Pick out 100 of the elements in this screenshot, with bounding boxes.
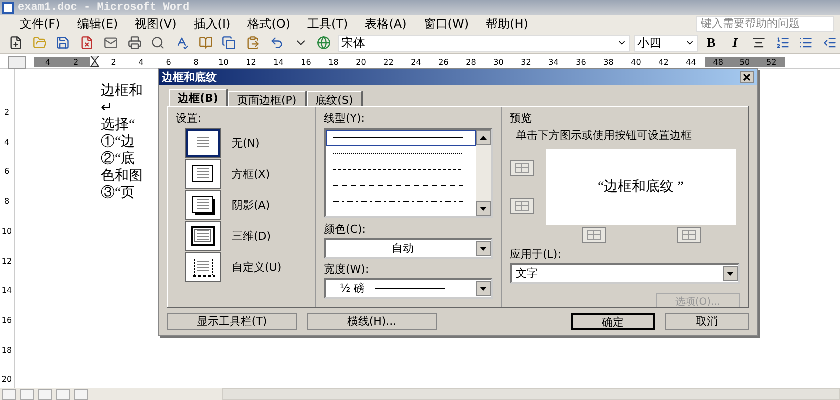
ruler-number: 4	[44, 58, 52, 66]
line-sample-icon	[333, 136, 463, 140]
magnifier-icon	[151, 36, 166, 50]
ruler-number: 14	[272, 58, 285, 66]
color-label: 颜色(C):	[324, 222, 367, 237]
ruler-number: 42	[658, 58, 670, 66]
down-arrow-icon	[480, 246, 487, 250]
ruler-number: 20	[355, 58, 368, 66]
right-border-button[interactable]	[676, 227, 700, 243]
color-dropdown[interactable]: 自动	[324, 238, 493, 259]
ruler-number: 12	[2, 256, 12, 268]
envelope-icon	[104, 36, 118, 50]
ruler-number: 12	[245, 58, 258, 66]
ruler-number: 28	[465, 58, 478, 66]
line-style-option[interactable]	[326, 130, 476, 146]
ruler-number: 26	[438, 58, 450, 66]
ruler-number: 8	[4, 197, 10, 208]
dropdown-button[interactable]	[476, 281, 491, 296]
ruler-number: 36	[575, 58, 588, 66]
printer-icon	[128, 36, 142, 50]
document-x-icon	[80, 36, 94, 50]
paste-icon	[246, 36, 260, 50]
preview-label: 预览	[510, 111, 533, 126]
ruler-number: 52	[766, 58, 778, 66]
width-label: 宽度(W):	[324, 262, 370, 277]
document-text: ①“边	[101, 134, 136, 151]
line-sample-icon	[333, 168, 463, 172]
scroll-up-button[interactable]	[476, 130, 491, 145]
save-icon	[56, 36, 70, 50]
close-icon	[743, 74, 751, 80]
dialog-tab[interactable]: 底纹(S)	[306, 91, 364, 106]
document-text: ③“页	[101, 185, 136, 202]
align-center-icon	[752, 36, 766, 50]
italic-button[interactable]: I	[725, 35, 746, 51]
settings-label: 设置:	[176, 111, 203, 126]
width-dropdown[interactable]: ½ 磅	[324, 278, 493, 299]
menu-item[interactable]: 编辑(E)	[77, 16, 118, 32]
left-border-button[interactable]	[582, 227, 606, 243]
document-text: 色和图	[101, 168, 143, 185]
help-search-field[interactable]: 键入需要帮助的问题	[696, 16, 834, 32]
up-arrow-icon	[480, 136, 487, 140]
ruler-number: 34	[548, 58, 560, 66]
line-style-label: 线型(Y):	[324, 111, 366, 126]
menu-item[interactable]: 视图(V)	[135, 16, 177, 32]
dialog-tab[interactable]: 页面边框(P)	[228, 91, 307, 106]
font-size-dropdown[interactable]: 小四	[634, 34, 698, 52]
line-sample-icon	[375, 287, 446, 290]
menu-item[interactable]: 插入(I)	[194, 16, 231, 32]
font-dropdown[interactable]: 宋体	[338, 34, 630, 52]
ruler-number: 18	[328, 58, 340, 66]
bullet-list-icon	[799, 36, 814, 50]
menu-item[interactable]: 格式(O)	[248, 16, 291, 32]
ruler-number: 2	[4, 108, 10, 119]
word-icon	[2, 2, 14, 14]
ruler-number: 48	[712, 58, 724, 66]
horizontal-scrollbar[interactable]	[222, 388, 840, 400]
dropdown-button[interactable]	[476, 241, 491, 256]
dialog-tab[interactable]: 边框(B)	[169, 89, 228, 106]
ruler-number: 22	[382, 58, 395, 66]
line-sample-icon	[333, 152, 463, 156]
setting-label: 自定义(U)	[232, 260, 282, 274]
menu-item[interactable]: 文件(F)	[20, 16, 60, 32]
menu-item[interactable]: 窗口(W)	[424, 16, 470, 32]
menu-item[interactable]: 表格(A)	[365, 16, 407, 32]
dialog-button[interactable]: 显示工具栏(T)	[167, 313, 297, 330]
ruler-number: 38	[602, 58, 615, 66]
setting-label: 三维(D)	[232, 228, 272, 244]
dialog-button[interactable]: 确定	[571, 313, 655, 330]
line-sample-icon	[333, 184, 463, 188]
document-text: 选择“	[101, 117, 136, 134]
globe-icon	[317, 36, 332, 50]
new-document-icon	[8, 36, 23, 50]
dialog-button[interactable]: 取消	[665, 313, 749, 330]
menu-item[interactable]: 工具(T)	[308, 16, 348, 32]
ruler-number: 2	[72, 58, 80, 66]
border-grid-icon	[515, 201, 529, 211]
folder-icon	[32, 36, 47, 50]
top-border-button[interactable]	[510, 160, 534, 176]
bold-button[interactable]: B	[702, 35, 722, 51]
setting-label: 方框(X)	[232, 166, 270, 182]
dialog-button[interactable]: 横线(H)...	[307, 313, 437, 330]
down-arrow-icon	[480, 206, 487, 210]
preview-text: “边框和底纹 ”	[598, 178, 684, 196]
setting-label: 阴影(A)	[232, 198, 270, 212]
apply-to-dropdown[interactable]: 文字	[510, 263, 740, 284]
ruler-number: 44	[685, 58, 698, 66]
border-grid-icon	[515, 163, 529, 173]
scroll-down-button[interactable]	[476, 201, 491, 216]
menu-item[interactable]: 帮助(H)	[486, 16, 528, 32]
ruler-number: 50	[738, 58, 752, 66]
ruler-number: 24	[410, 58, 422, 66]
ruler-number: 6	[165, 58, 172, 66]
bottom-border-button[interactable]	[510, 198, 534, 214]
ruler-number: 10	[2, 226, 12, 238]
ruler-number: 10	[218, 58, 230, 66]
down-arrow-icon	[480, 286, 487, 290]
close-button[interactable]	[740, 71, 754, 83]
window-title: exam1.doc - Microsoft Word	[18, 2, 190, 14]
setting-option[interactable]	[186, 129, 220, 157]
dropdown-button[interactable]	[723, 266, 738, 281]
